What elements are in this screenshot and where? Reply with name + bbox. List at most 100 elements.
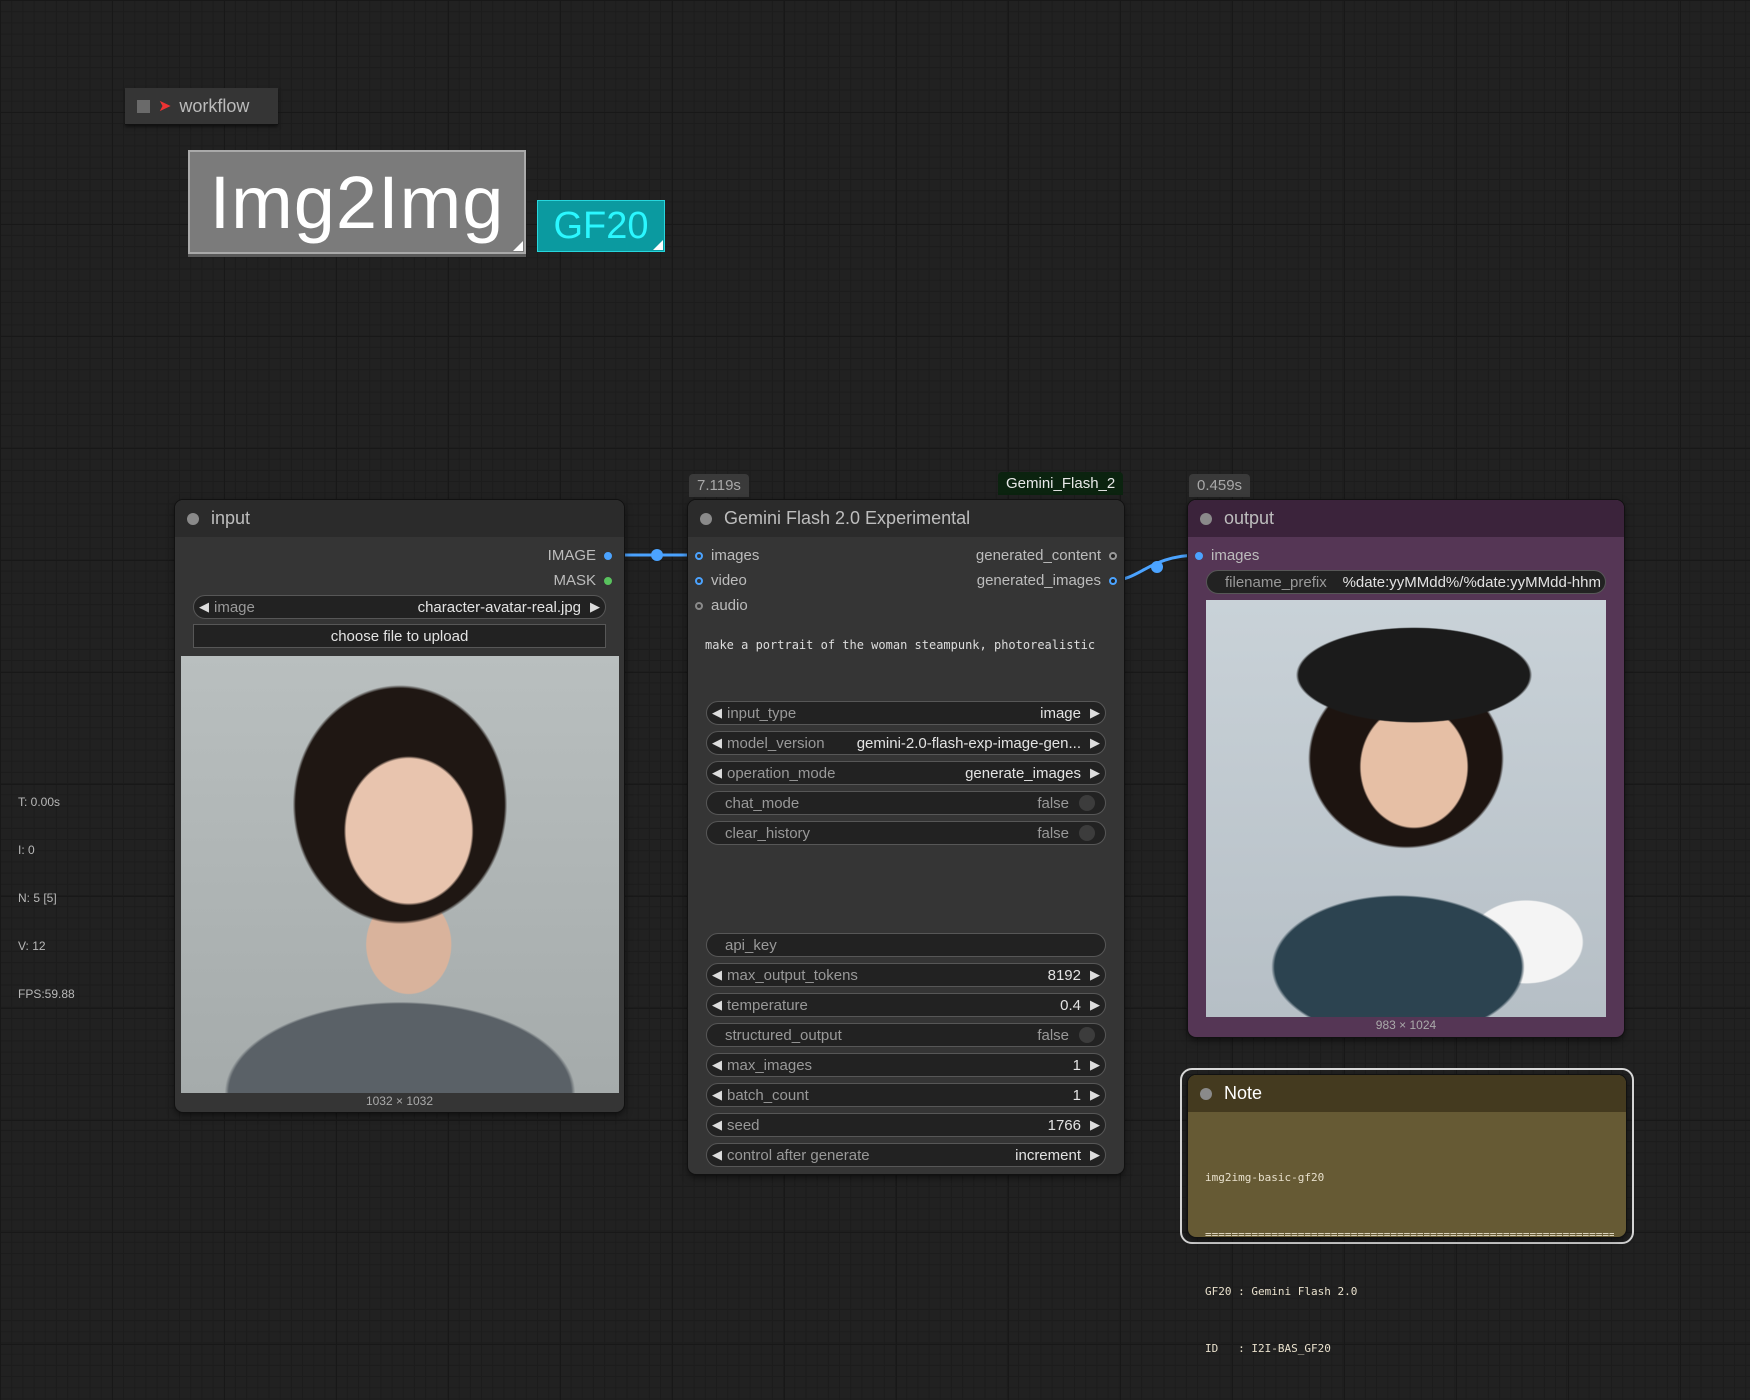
decrement-arrow-icon[interactable]: ◀ <box>707 735 727 751</box>
widget-value: false <box>1037 794 1069 812</box>
image-dimensions: 983 × 1024 <box>1375 1018 1437 1032</box>
input-slot-images[interactable]: images <box>695 547 759 564</box>
clear-history-toggle[interactable]: clear_history false <box>706 821 1106 845</box>
note-line: img2img-basic-gf20 <box>1205 1171 1325 1184</box>
increment-arrow-icon[interactable]: ▶ <box>1085 765 1105 781</box>
structured-output-toggle[interactable]: structured_output false <box>706 1023 1106 1047</box>
input-label: images <box>1211 547 1260 564</box>
widget-value: image <box>1040 704 1081 722</box>
save-image-node[interactable]: output images filename_prefix %date:yyMM… <box>1188 500 1624 1037</box>
decrement-arrow-icon[interactable]: ◀ <box>707 705 727 721</box>
note-line: ========================================… <box>1205 1228 1614 1241</box>
gemini-flash-node[interactable]: Gemini Flash 2.0 Experimental images vid… <box>688 500 1124 1174</box>
increment-arrow-icon[interactable]: ▶ <box>1085 997 1105 1013</box>
wire-midpoint-dot <box>1151 561 1163 573</box>
chat-mode-toggle[interactable]: chat_mode false <box>706 791 1106 815</box>
increment-arrow-icon[interactable]: ▶ <box>1085 1117 1105 1133</box>
increment-arrow-icon[interactable]: ▶ <box>1085 967 1105 983</box>
input-port-icon[interactable] <box>695 551 703 560</box>
operation-mode-combo[interactable]: ◀ operation_mode generate_images ▶ <box>706 761 1106 785</box>
widget-name: structured_output <box>725 1026 842 1044</box>
node-title: output <box>1224 508 1275 528</box>
input-port-icon[interactable] <box>1195 551 1203 560</box>
node-header[interactable]: output <box>1188 500 1624 537</box>
filename-prefix-field[interactable]: filename_prefix %date:yyMMdd%/%date:yyMM… <box>1206 570 1606 594</box>
output-port-icon[interactable] <box>604 551 612 560</box>
input-slot-video[interactable]: video <box>695 572 747 589</box>
widget-name: operation_mode <box>727 764 836 782</box>
widget-value: 1 <box>1072 1086 1081 1104</box>
execution-time-badge: 0.459s <box>1189 474 1251 497</box>
node-title: input <box>211 508 251 528</box>
output-slot-generated-images[interactable]: generated_images <box>977 572 1117 589</box>
output-port-icon[interactable] <box>604 576 612 585</box>
decrement-arrow-icon[interactable]: ◀ <box>707 1117 727 1133</box>
widget-value: increment <box>1015 1146 1081 1164</box>
image-combo-widget[interactable]: ◀ image character-avatar-real.jpg ▶ <box>193 595 606 619</box>
node-title: Note <box>1224 1083 1263 1103</box>
decrement-arrow-icon[interactable]: ◀ <box>194 599 214 615</box>
toggle-knob-icon[interactable] <box>1079 795 1095 811</box>
widget-value: 0.4 <box>1060 996 1081 1014</box>
widget-value: character-avatar-real.jpg <box>417 598 581 616</box>
input-port-icon[interactable] <box>695 601 703 610</box>
note-text[interactable]: img2img-basic-gf20 =====================… <box>1205 1130 1614 1396</box>
decrement-arrow-icon[interactable]: ◀ <box>707 765 727 781</box>
input-port-icon[interactable] <box>695 576 703 585</box>
max-images-number[interactable]: ◀ max_images 1 ▶ <box>706 1053 1106 1077</box>
load-image-node[interactable]: input IMAGE MASK ◀ image character-avata… <box>175 500 624 1112</box>
node-header[interactable]: Note <box>1188 1075 1626 1112</box>
increment-arrow-icon[interactable]: ▶ <box>1085 735 1105 751</box>
api-key-field[interactable]: api_key <box>706 933 1106 957</box>
collapse-dot-icon[interactable] <box>1200 1087 1212 1100</box>
note-line: ID : I2I-BAS_GF20 <box>1205 1342 1331 1355</box>
increment-arrow-icon[interactable]: ▶ <box>1085 705 1105 721</box>
widget-value: gemini-2.0-flash-exp-image-gen... <box>856 734 1081 752</box>
increment-arrow-icon[interactable]: ▶ <box>585 599 605 615</box>
input-label: video <box>711 572 747 589</box>
widget-name: temperature <box>727 996 808 1014</box>
input-label: audio <box>711 597 748 614</box>
input-slot-images[interactable]: images <box>1195 547 1259 564</box>
toggle-knob-icon[interactable] <box>1079 825 1095 841</box>
decrement-arrow-icon[interactable]: ◀ <box>707 997 727 1013</box>
decrement-arrow-icon[interactable]: ◀ <box>707 1147 727 1163</box>
model-version-combo[interactable]: ◀ model_version gemini-2.0-flash-exp-ima… <box>706 731 1106 755</box>
collapse-dot-icon[interactable] <box>187 512 199 525</box>
output-slot-generated-content[interactable]: generated_content <box>976 547 1117 564</box>
output-port-icon[interactable] <box>1109 576 1117 585</box>
output-label: generated_content <box>975 547 1101 564</box>
increment-arrow-icon[interactable]: ▶ <box>1085 1057 1105 1073</box>
upload-button[interactable]: choose file to upload <box>193 624 606 648</box>
decrement-arrow-icon[interactable]: ◀ <box>707 967 727 983</box>
prompt-textarea[interactable]: make a portrait of the woman steampunk, … <box>705 638 1112 698</box>
decrement-arrow-icon[interactable]: ◀ <box>707 1087 727 1103</box>
increment-arrow-icon[interactable]: ▶ <box>1085 1087 1105 1103</box>
widget-name: max_output_tokens <box>727 966 858 984</box>
batch-count-number[interactable]: ◀ batch_count 1 ▶ <box>706 1083 1106 1107</box>
collapse-dot-icon[interactable] <box>700 512 712 525</box>
widget-name: model_version <box>727 734 825 752</box>
temperature-number[interactable]: ◀ temperature 0.4 ▶ <box>706 993 1106 1017</box>
node-header[interactable]: input <box>175 500 624 537</box>
input-slot-audio[interactable]: audio <box>695 597 748 614</box>
node-header[interactable]: Gemini Flash 2.0 Experimental <box>688 500 1124 537</box>
output-slot-mask[interactable]: MASK <box>553 572 612 589</box>
increment-arrow-icon[interactable]: ▶ <box>1085 1147 1105 1163</box>
widget-name: batch_count <box>727 1086 809 1104</box>
widget-value: %date:yyMMdd%/%date:yyMMdd-hhm <box>1342 573 1601 591</box>
decrement-arrow-icon[interactable]: ◀ <box>707 1057 727 1073</box>
collapse-dot-icon[interactable] <box>1200 512 1212 525</box>
input-type-combo[interactable]: ◀ input_type image ▶ <box>706 701 1106 725</box>
output-slot-image[interactable]: IMAGE <box>548 547 612 564</box>
output-port-icon[interactable] <box>1109 551 1117 560</box>
toggle-knob-icon[interactable] <box>1079 1027 1095 1043</box>
note-node[interactable]: Note img2img-basic-gf20 ================… <box>1188 1075 1626 1355</box>
control-after-generate-combo[interactable]: ◀ control after generate increment ▶ <box>706 1143 1106 1167</box>
seed-number[interactable]: ◀ seed 1766 ▶ <box>706 1113 1106 1137</box>
max-output-tokens-number[interactable]: ◀ max_output_tokens 8192 ▶ <box>706 963 1106 987</box>
output-label: MASK <box>553 572 596 589</box>
node-title: Gemini Flash 2.0 Experimental <box>724 508 971 528</box>
widget-value: false <box>1037 824 1069 842</box>
widget-name: input_type <box>727 704 797 722</box>
